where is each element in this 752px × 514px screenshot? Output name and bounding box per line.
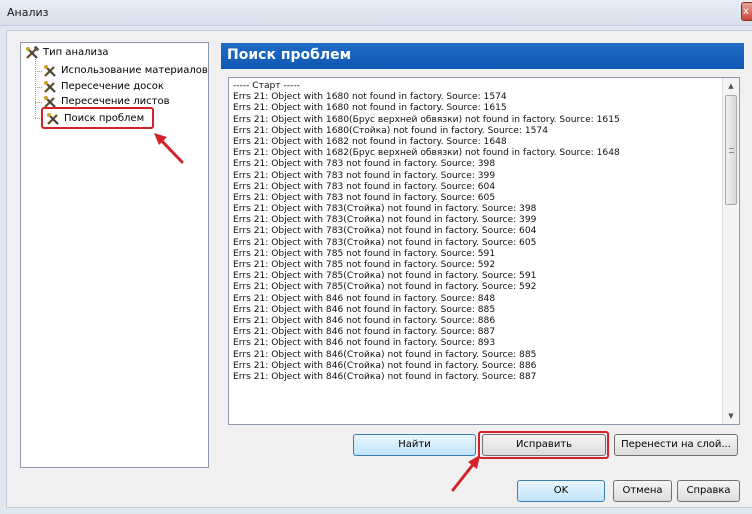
- tools-icon: [44, 80, 56, 93]
- tree-connector: [35, 87, 42, 88]
- log-line: ----- Старт -----: [233, 81, 300, 91]
- scroll-down-icon[interactable]: ▼: [723, 408, 739, 424]
- selection-highlight-box: [41, 107, 154, 129]
- log-line: Errs 21: Object with 783(Стойка) not fou…: [233, 215, 537, 226]
- grip-icon: [729, 148, 734, 153]
- log-output[interactable]: ----- Старт ----- Errs 21: Object with 16…: [228, 77, 740, 425]
- cancel-button[interactable]: Отмена: [613, 480, 672, 502]
- fix-highlight-box: [478, 431, 609, 459]
- log-line: Errs 21: Object with 783(Стойка) not fou…: [233, 237, 537, 248]
- log-line: Errs 21: Object with 785 not found in fa…: [233, 248, 496, 259]
- panel-header: Поиск проблем: [221, 43, 744, 69]
- tree-item-label: Пересечение досок: [61, 81, 164, 92]
- window-title: Анализ: [7, 6, 49, 19]
- log-line: Errs 21: Object with 1682(Брус верхней о…: [233, 148, 620, 159]
- close-button[interactable]: x: [741, 2, 752, 21]
- analysis-window: Анализ x Тип анализа Использование матер…: [0, 0, 752, 514]
- log-line: Errs 21: Object with 1680 not found in f…: [233, 103, 507, 114]
- log-line: Errs 21: Object with 846 not found in fa…: [233, 293, 496, 304]
- scroll-up-icon[interactable]: ▲: [723, 78, 739, 94]
- tree-connector: [35, 102, 42, 103]
- log-line: Errs 21: Object with 1680 not found in f…: [233, 92, 507, 103]
- scrollbar-thumb[interactable]: [725, 95, 737, 205]
- log-line: Errs 21: Object with 846 not found in fa…: [233, 338, 496, 349]
- vertical-scrollbar[interactable]: ▲ ▼: [722, 78, 739, 424]
- tree-item-board-intersection[interactable]: Пересечение досок: [43, 79, 164, 94]
- log-line: Errs 21: Object with 846 not found in fa…: [233, 315, 496, 326]
- log-line: Errs 21: Object with 1680(Стойка) not fo…: [233, 125, 548, 136]
- tree-item-label: Пересечение листов: [61, 96, 170, 107]
- tools-icon: [44, 64, 56, 77]
- log-line: Errs 21: Object with 1682 not found in f…: [233, 136, 507, 147]
- log-line: Errs 21: Object with 783 not found in fa…: [233, 181, 496, 192]
- tree-connector: [35, 71, 42, 72]
- title-bar: Анализ x: [0, 0, 752, 26]
- ok-button[interactable]: OK: [517, 480, 605, 502]
- log-lines: ----- Старт ----- Errs 21: Object with 16…: [233, 81, 721, 383]
- help-button[interactable]: Справка: [677, 480, 740, 502]
- log-line: Errs 21: Object with 846 not found in fa…: [233, 304, 496, 315]
- annotation-arrow-icon: [154, 133, 184, 164]
- tree-item-label: Использование материалов: [61, 65, 208, 76]
- tree-item-material-usage[interactable]: Использование материалов: [43, 63, 208, 78]
- log-line: Errs 21: Object with 783(Стойка) not fou…: [233, 226, 537, 237]
- log-line: Errs 21: Object with 846(Стойка) not fou…: [233, 371, 537, 382]
- panel-title: Поиск проблем: [227, 47, 352, 63]
- log-line: Errs 21: Object with 1680(Брус верхней о…: [233, 114, 620, 125]
- annotation-arrow-icon: [451, 455, 480, 492]
- log-line: Errs 21: Object with 783(Стойка) not fou…: [233, 204, 537, 215]
- log-line: Errs 21: Object with 785(Стойка) not fou…: [233, 271, 537, 282]
- log-line: Errs 21: Object with 783 not found in fa…: [233, 192, 496, 203]
- log-line: Errs 21: Object with 785 not found in fa…: [233, 260, 496, 270]
- log-line: Errs 21: Object with 846(Стойка) not fou…: [233, 360, 537, 371]
- log-line: Errs 21: Object with 846 not found in fa…: [233, 327, 496, 338]
- tree-root-label: Тип анализа: [43, 47, 109, 58]
- tools-icon: [26, 45, 40, 59]
- move-to-layer-button[interactable]: Перенести на слой...: [614, 434, 738, 456]
- log-line: Errs 21: Object with 783 not found in fa…: [233, 170, 496, 181]
- log-line: Errs 21: Object with 846(Стойка) not fou…: [233, 349, 537, 360]
- log-line: Errs 21: Object with 785(Стойка) not fou…: [233, 282, 537, 293]
- tree-root-analysis-type[interactable]: Тип анализа: [25, 45, 108, 60]
- log-line: Errs 21: Object with 783 not found in fa…: [233, 159, 496, 170]
